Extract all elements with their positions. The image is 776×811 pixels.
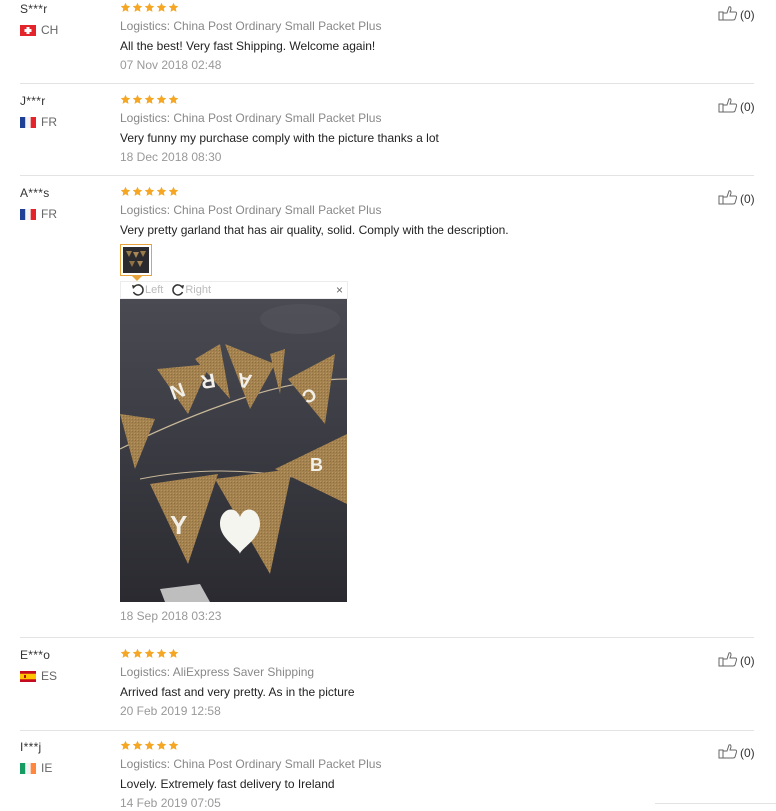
review-text: Arrived fast and very pretty. As in the … [120,685,355,699]
flag-ie-icon [20,762,36,774]
review-date: 07 Nov 2018 02:48 [120,58,222,72]
svg-text:Y: Y [170,510,187,540]
thumbs-up-icon [718,651,740,670]
star-icon [156,648,167,658]
rotate-right-button[interactable]: Right [171,283,211,297]
separator [655,803,776,804]
star-icon [156,740,167,750]
star-rating [120,94,720,108]
logistics-info: Logistics: China Post Ordinary Small Pac… [120,111,382,125]
useful-button[interactable]: (0) [718,5,755,24]
country-code: ES [41,669,58,683]
reviewer-country: IE [20,761,52,775]
country-code: CH [41,23,59,37]
star-icon [144,648,155,658]
logistics-info: Logistics: China Post Ordinary Small Pac… [120,757,382,771]
review-date: 18 Sep 2018 03:23 [120,609,222,623]
useful-count: (0) [740,653,755,668]
star-rating [120,648,720,662]
star-icon [132,648,143,658]
country-code: FR [41,207,57,221]
star-icon [144,2,155,12]
useful-count: (0) [740,191,755,206]
useful-count: (0) [740,99,755,114]
review-date: 18 Dec 2018 08:30 [120,150,222,164]
star-icon [132,186,143,196]
star-icon [120,2,131,12]
review-photo: N R A C B Y [120,299,347,602]
rotate-left-icon [132,284,144,296]
star-icon [144,740,155,750]
star-icon [120,740,131,750]
review-date: 20 Feb 2019 12:58 [120,704,221,718]
thumbs-up-icon [718,5,740,24]
star-icon [168,740,179,750]
photo-viewer: Left Right × N R A C B Y [120,281,348,602]
flag-es-icon [20,670,36,682]
useful-button[interactable]: (0) [718,743,755,762]
review-photo-thumbnail[interactable] [120,244,152,281]
reviewer-country: ES [20,669,57,683]
country-code: IE [41,761,53,775]
reviewer-name: A***s [20,186,50,200]
star-icon [156,186,167,196]
separator [20,637,754,638]
star-icon [156,94,167,104]
star-icon [168,94,179,104]
thumbs-up-icon [718,97,740,116]
separator [20,175,754,176]
useful-button[interactable]: (0) [718,97,755,116]
star-icon [144,94,155,104]
useful-button[interactable]: (0) [718,651,755,670]
logistics-info: Logistics: China Post Ordinary Small Pac… [120,19,382,33]
star-icon [132,2,143,12]
star-icon [168,186,179,196]
review-date: 14 Feb 2019 07:05 [120,796,221,810]
reviewer-name: S***r [20,2,48,16]
review-text: Lovely. Extremely fast delivery to Irela… [120,777,335,791]
review-text: Very funny my purchase comply with the p… [120,131,439,145]
country-code: FR [41,115,57,129]
close-icon[interactable]: × [336,283,343,297]
rotate-right-icon [172,284,185,296]
review-text: All the best! Very fast Shipping. Welcom… [120,39,376,53]
viewer-toolbar: Left Right × [120,281,348,299]
separator [20,730,754,731]
star-icon [120,94,131,104]
star-icon [156,2,167,12]
star-icon [132,740,143,750]
thumbs-up-icon [718,189,740,208]
separator [20,83,754,84]
star-icon [120,186,131,196]
star-icon [168,648,179,658]
star-icon [132,94,143,104]
reviewer-name: J***r [20,94,46,108]
logistics-info: Logistics: AliExpress Saver Shipping [120,665,315,679]
useful-count: (0) [740,7,755,22]
star-icon [144,186,155,196]
flag-fr-icon [20,208,36,220]
svg-text:B: B [310,455,323,475]
star-rating [120,2,720,16]
flag-fr-icon [20,116,36,128]
rotate-left-button[interactable]: Left [131,283,163,297]
logistics-info: Logistics: China Post Ordinary Small Pac… [120,203,382,217]
star-rating [120,740,720,754]
thumbs-up-icon [718,743,740,762]
reviewer-country: FR [20,207,57,221]
star-icon [168,2,179,12]
rotate-left-label: Left [145,284,164,296]
reviewer-country: CH [20,23,58,37]
star-icon [120,648,131,658]
review-text: Very pretty garland that has air quality… [120,223,509,237]
reviewer-name: I***j [20,740,42,754]
useful-count: (0) [740,745,755,760]
useful-button[interactable]: (0) [718,189,755,208]
rotate-right-label: Right [185,284,212,296]
star-rating [120,186,720,200]
reviewer-country: FR [20,115,57,129]
flag-ch-icon [20,24,36,36]
reviewer-name: E***o [20,648,51,662]
